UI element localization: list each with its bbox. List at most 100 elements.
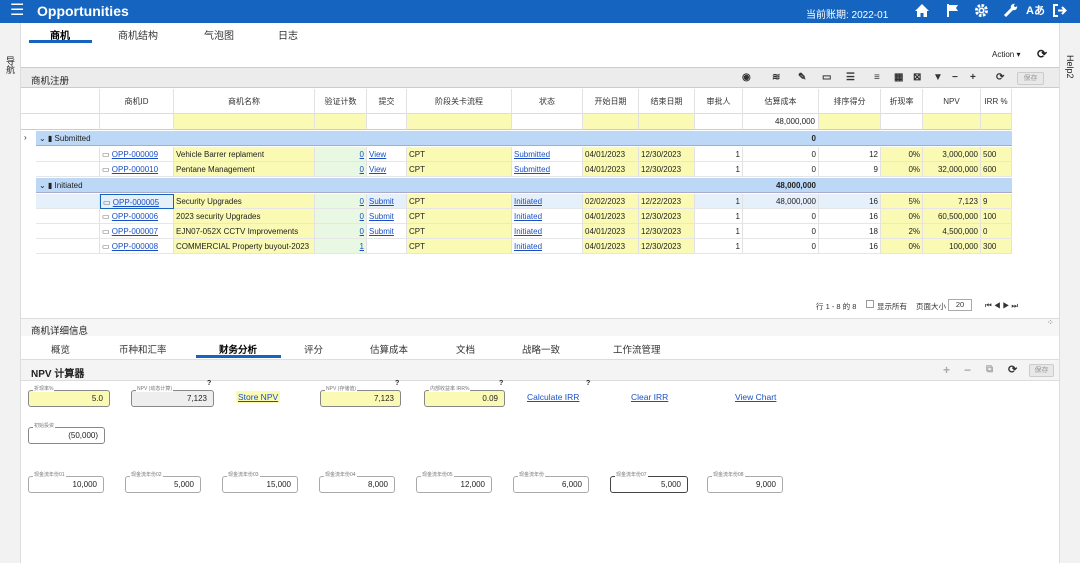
column-header-start[interactable]: 开始日期 bbox=[583, 89, 639, 114]
npv-copy-icon[interactable]: ⧉ bbox=[986, 364, 993, 375]
detail-tab-documents[interactable]: 文档 bbox=[456, 342, 475, 356]
cell-status[interactable]: Initiated bbox=[512, 209, 583, 224]
column-header-id[interactable]: 商机ID bbox=[100, 89, 174, 114]
cell-count[interactable]: 0 bbox=[315, 162, 367, 177]
add-icon[interactable]: + bbox=[970, 72, 976, 83]
cell-submit[interactable]: Submit bbox=[367, 194, 407, 209]
grid-refresh-icon[interactable]: ⟳ bbox=[996, 72, 1004, 83]
filter-start[interactable] bbox=[583, 114, 639, 130]
npv-remove-icon[interactable]: − bbox=[964, 363, 971, 377]
filter-submit[interactable] bbox=[367, 114, 407, 130]
column-header-npv[interactable]: NPV bbox=[923, 89, 981, 114]
edit-icon[interactable]: ✎ bbox=[798, 72, 806, 83]
translate-icon[interactable]: Aあ bbox=[1026, 3, 1045, 19]
column-header-end[interactable]: 结束日期 bbox=[639, 89, 695, 114]
cell-status[interactable]: Submitted bbox=[512, 162, 583, 177]
cashflow-year-field[interactable]: 9,000 bbox=[707, 476, 783, 493]
irr-field[interactable]: 0.09 bbox=[424, 390, 505, 407]
npv-add-icon[interactable]: + bbox=[943, 363, 950, 377]
cell-id[interactable]: ▭ OPP-000006 bbox=[100, 209, 174, 224]
discount-rate-field[interactable]: 5.0 bbox=[28, 390, 110, 407]
left-navigation-rail[interactable]: 导航 bbox=[0, 23, 21, 563]
flag-icon[interactable] bbox=[946, 3, 960, 22]
eye-icon[interactable]: ◉ bbox=[742, 72, 751, 83]
filter-score[interactable] bbox=[819, 114, 881, 130]
monitor-icon[interactable]: ▭ bbox=[822, 72, 831, 83]
action-menu[interactable]: Action ▾ bbox=[992, 50, 1020, 59]
npv-calc-help-icon[interactable]: ? bbox=[207, 380, 211, 387]
export-icon[interactable]: ⊠ bbox=[913, 72, 921, 83]
cell-status[interactable]: Initiated bbox=[512, 194, 583, 209]
group-row-submitted[interactable] bbox=[36, 131, 1012, 146]
cashflow-year-field[interactable]: 5,000 bbox=[125, 476, 201, 493]
cashflow-year-field[interactable]: 10,000 bbox=[28, 476, 104, 493]
cell-id[interactable]: ▭ OPP-000005 bbox=[100, 194, 174, 209]
gear-icon[interactable] bbox=[974, 3, 989, 22]
cell-submit[interactable] bbox=[367, 239, 407, 254]
refresh-icon[interactable]: ⟳ bbox=[1037, 47, 1047, 61]
remove-icon[interactable]: − bbox=[952, 72, 958, 83]
pager-nav-icons[interactable]: ⏮ ◀ ▶ ⏭ bbox=[985, 301, 1018, 311]
detail-tab-overview[interactable]: 概览 bbox=[51, 342, 70, 356]
column-header-process[interactable]: 阶段关卡流程 bbox=[407, 89, 512, 114]
cashflow-year-field[interactable]: 12,000 bbox=[416, 476, 492, 493]
cell-submit[interactable]: View bbox=[367, 147, 407, 162]
cell-status[interactable]: Initiated bbox=[512, 224, 583, 239]
cell-id[interactable]: ▭ OPP-000009 bbox=[100, 147, 174, 162]
cell-count[interactable]: 0 bbox=[315, 147, 367, 162]
grid-icon[interactable]: ▦ bbox=[894, 72, 903, 83]
cashflow-year-field[interactable]: 6,000 bbox=[513, 476, 589, 493]
column-header-approver[interactable]: 审批人 bbox=[695, 89, 743, 114]
tab-opportunity-structure[interactable]: 商机结构 bbox=[118, 27, 158, 42]
cashflow-year-field[interactable]: 5,000 bbox=[610, 476, 688, 493]
calculate-irr-link[interactable]: Calculate IRR bbox=[527, 392, 579, 402]
column-header-rate[interactable]: 折现率 bbox=[881, 89, 923, 114]
tab-bubble-chart[interactable]: 气泡图 bbox=[204, 27, 234, 42]
calculate-irr-help-icon[interactable]: ? bbox=[586, 380, 590, 387]
detail-tab-strategy[interactable]: 战略一致 bbox=[522, 342, 560, 356]
filter-approver[interactable] bbox=[695, 114, 743, 130]
clear-irr-link[interactable]: Clear IRR bbox=[631, 392, 668, 402]
detail-tab-financial[interactable]: 财务分析 bbox=[219, 342, 257, 356]
filter-process[interactable] bbox=[407, 114, 512, 130]
rows-icon[interactable]: ≡ bbox=[874, 72, 880, 83]
column-header-cost[interactable]: 估算成本 bbox=[743, 89, 819, 114]
grid-save-button[interactable]: 保存 bbox=[1017, 72, 1044, 85]
filter-icon[interactable]: ▼ bbox=[933, 72, 943, 83]
cell-id[interactable]: ▭ OPP-000007 bbox=[100, 224, 174, 239]
column-header-name[interactable]: 商机名称 bbox=[174, 89, 315, 114]
cell-status[interactable]: Initiated bbox=[512, 239, 583, 254]
npv-stored-help-icon[interactable]: ? bbox=[395, 380, 399, 387]
column-header-irr[interactable]: IRR % bbox=[981, 89, 1012, 114]
filter-cost[interactable]: 48,000,000 bbox=[743, 114, 819, 130]
npv-save-button[interactable]: 保存 bbox=[1029, 364, 1054, 377]
detail-tab-currency[interactable]: 币种和汇率 bbox=[119, 342, 167, 356]
cell-submit[interactable]: View bbox=[367, 162, 407, 177]
cell-submit[interactable]: Submit bbox=[367, 224, 407, 239]
irr-help-icon[interactable]: ? bbox=[499, 380, 503, 387]
detail-tab-workflow[interactable]: 工作流管理 bbox=[613, 342, 661, 356]
cell-count[interactable]: 0 bbox=[315, 194, 367, 209]
list-icon[interactable]: ☰ bbox=[846, 72, 855, 83]
filter-count[interactable] bbox=[315, 114, 367, 130]
cashflow-year-field[interactable]: 15,000 bbox=[222, 476, 298, 493]
column-header-score[interactable]: 排序得分 bbox=[819, 89, 881, 114]
cell-id[interactable]: ▭ OPP-000008 bbox=[100, 239, 174, 254]
cell-count[interactable]: 1 bbox=[315, 239, 367, 254]
filter-status[interactable] bbox=[512, 114, 583, 130]
group-row-initiated[interactable] bbox=[36, 178, 1012, 193]
view-chart-link[interactable]: View Chart bbox=[735, 392, 776, 402]
npv-stored-field[interactable]: 7,123 bbox=[320, 390, 401, 407]
filter-irr[interactable] bbox=[981, 114, 1012, 130]
cell-id[interactable]: ▭ OPP-000010 bbox=[100, 162, 174, 177]
npv-refresh-icon[interactable]: ⟳ bbox=[1008, 363, 1017, 376]
tab-log[interactable]: 日志 bbox=[278, 27, 298, 42]
filter-name[interactable] bbox=[174, 114, 315, 130]
logout-icon[interactable] bbox=[1052, 3, 1067, 22]
database-icon[interactable]: ≋ bbox=[772, 72, 780, 83]
collapse-icon[interactable]: ⁘ bbox=[1047, 318, 1054, 327]
detail-tab-scoring[interactable]: 评分 bbox=[304, 342, 323, 356]
column-header-count[interactable]: 验证计数 bbox=[315, 89, 367, 114]
filter-npv[interactable] bbox=[923, 114, 981, 130]
filter-rate[interactable] bbox=[881, 114, 923, 130]
